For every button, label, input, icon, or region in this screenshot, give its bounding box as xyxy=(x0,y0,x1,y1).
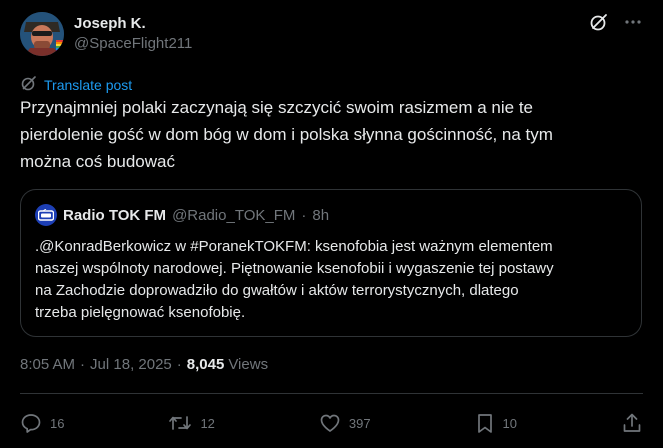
post-text-line: pierdolenie gość w dom bóg w dom i polsk… xyxy=(20,125,553,144)
quoted-author-avatar xyxy=(35,204,57,226)
avatar-portrait-icon xyxy=(20,12,64,56)
views-count: 8,045 xyxy=(186,356,225,373)
quoted-author-name[interactable]: Radio TOK FM xyxy=(63,207,166,224)
post-meta: 8:05 AM · Jul 18, 2025 · 8,045 Views xyxy=(20,356,268,373)
action-bar: 16 12 397 10 xyxy=(20,410,643,436)
heart-icon xyxy=(319,412,341,434)
reply-count: 16 xyxy=(50,415,65,431)
bookmark-button[interactable]: 10 xyxy=(475,412,517,434)
post: Joseph K. @SpaceFlight211 Translate post… xyxy=(0,0,663,448)
bookmark-count: 10 xyxy=(502,415,518,431)
more-icon[interactable] xyxy=(623,12,643,32)
author-avatar[interactable] xyxy=(20,12,64,56)
quoted-post-header: Radio TOK FM @Radio_TOK_FM · 8h xyxy=(35,204,627,226)
quoted-text-line: naszej wspólnoty narodowej. Piętnowanie … xyxy=(35,260,554,277)
quoted-author-handle[interactable]: @Radio_TOK_FM xyxy=(172,207,295,224)
post-header: Joseph K. @SpaceFlight211 xyxy=(20,12,643,56)
repost-button[interactable]: 12 xyxy=(168,412,215,434)
divider xyxy=(20,393,643,394)
quoted-text-line: .@KonradBerkowicz w #PoranekTOKFM: kseno… xyxy=(35,238,553,255)
header-actions xyxy=(589,12,643,32)
reply-icon xyxy=(20,412,42,434)
quoted-text-line: na Zachodzie doprowadziło do gwałtów i a… xyxy=(35,282,519,299)
quoted-separator: · xyxy=(301,206,307,224)
share-button[interactable] xyxy=(621,412,643,434)
repost-icon xyxy=(168,412,192,434)
post-time[interactable]: 8:05 AM xyxy=(20,356,75,373)
like-count: 397 xyxy=(348,415,371,431)
translate-post[interactable]: Translate post xyxy=(20,74,132,95)
author-names: Joseph K. @SpaceFlight211 xyxy=(74,12,192,54)
post-text-line: można coś budować xyxy=(20,152,175,171)
translate-label[interactable]: Translate post xyxy=(44,77,132,93)
bookmark-icon xyxy=(475,412,495,434)
reply-button[interactable]: 16 xyxy=(20,412,64,434)
views-label: Views xyxy=(228,356,269,373)
quoted-post-text: .@KonradBerkowicz w #PoranekTOKFM: kseno… xyxy=(35,236,615,324)
quoted-time[interactable]: 8h xyxy=(312,207,329,224)
author-display-name[interactable]: Joseph K. xyxy=(74,14,192,34)
post-text-line: Przynajmniej polaki zaczynają się szczyc… xyxy=(20,98,533,117)
translate-icon xyxy=(20,74,38,95)
author-handle[interactable]: @SpaceFlight211 xyxy=(74,34,192,54)
like-button[interactable]: 397 xyxy=(319,412,371,434)
grok-icon[interactable] xyxy=(589,12,609,32)
meta-separator: · xyxy=(80,356,86,373)
post-text: Przynajmniej polaki zaczynają się szczyc… xyxy=(20,94,630,175)
meta-separator: · xyxy=(176,356,182,373)
quoted-text-line: trzeba pielęgnować ksenofobię. xyxy=(35,304,246,321)
repost-count: 12 xyxy=(200,415,215,431)
share-icon xyxy=(621,412,643,434)
post-date[interactable]: Jul 18, 2025 xyxy=(90,356,172,373)
radio-logo-icon xyxy=(38,209,54,221)
quoted-post[interactable]: Radio TOK FM @Radio_TOK_FM · 8h .@Konrad… xyxy=(20,189,642,337)
